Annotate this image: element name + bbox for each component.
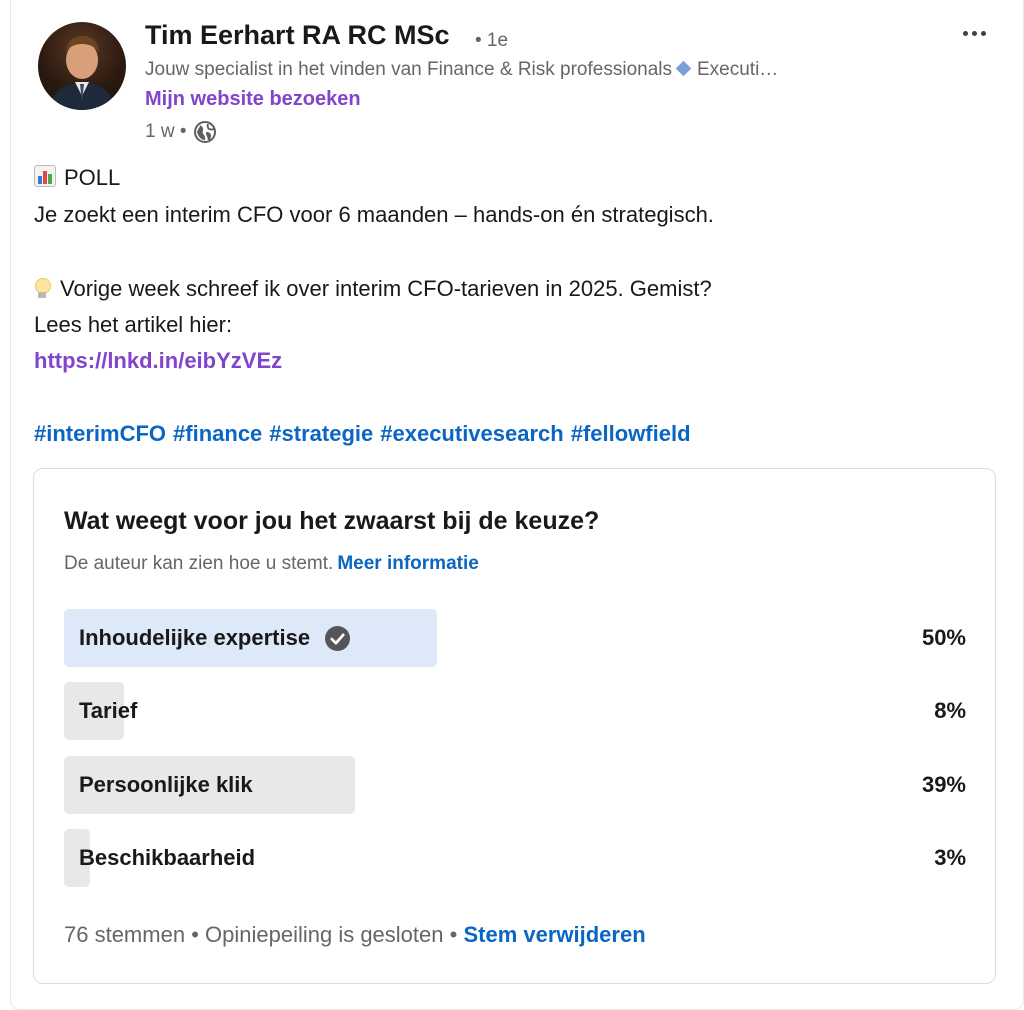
- author-headline: Jouw specialist in het vinden van Financ…: [145, 59, 925, 81]
- hashtag-fellowfield[interactable]: #fellowfield: [571, 421, 691, 447]
- poll-option-label: Tarief: [79, 698, 138, 723]
- article-link[interactable]: https://lnkd.in/eibYzVEz: [34, 348, 282, 374]
- more-dot-icon: [962, 30, 968, 36]
- headline-suffix: Executi…: [697, 59, 779, 80]
- remove-vote-link[interactable]: Stem verwijderen: [463, 922, 645, 947]
- profile-photo: [50, 36, 114, 110]
- author-name[interactable]: Tim Eerhart RA RC MSc: [145, 20, 450, 51]
- hashtag-strategie[interactable]: #strategie: [269, 421, 373, 447]
- connection-degree: • 1e: [475, 30, 509, 51]
- poll-option[interactable]: Tarief 8%: [64, 682, 966, 740]
- poll-option-label-row: Tarief: [79, 698, 137, 724]
- diamond-icon: [675, 61, 692, 77]
- checkmark-icon: [325, 625, 351, 651]
- post-line-1: Je zoekt een interim CFO voor 6 maanden …: [34, 202, 714, 227]
- poll-option-percent: 50%: [921, 625, 966, 650]
- hashtag-list: #interimCFO #finance #strategie #executi…: [34, 421, 691, 447]
- poll-question: Wat weegt voor jou het zwaarst bij de ke…: [64, 507, 600, 535]
- headline-text: Jouw specialist in het vinden van Financ…: [145, 59, 672, 80]
- globe-icon: [193, 121, 216, 143]
- poll-option-label-row: Persoonlijke klik: [79, 772, 253, 798]
- website-link[interactable]: Mijn website bezoeken: [145, 88, 361, 111]
- avatar[interactable]: [38, 22, 126, 110]
- poll-notice: De auteur kan zien hoe u stemt. Meer info…: [64, 553, 479, 575]
- more-dot-icon: [971, 30, 977, 36]
- poll-footer: 76 stemmen • Opiniepeiling is gesloten •…: [64, 922, 646, 948]
- poll-notice-text: De auteur kan zien hoe u stemt.: [64, 553, 334, 574]
- hashtag-interimcfo[interactable]: #interimCFO: [34, 421, 166, 447]
- post-line-3: Lees het artikel hier:: [34, 312, 233, 337]
- poll-status: Opiniepeiling is gesloten: [205, 922, 444, 947]
- poll-option-percent: 3%: [934, 845, 966, 870]
- poll-card: Wat weegt voor jou het zwaarst bij de ke…: [33, 468, 996, 984]
- separator-dot: •: [449, 922, 458, 947]
- hashtag-executivesearch[interactable]: #executivesearch: [380, 421, 563, 447]
- poll-option-label-row: Beschikbaarheid: [79, 845, 255, 871]
- poll-marker: POLL: [64, 165, 121, 190]
- poll-option[interactable]: Beschikbaarheid 3%: [64, 829, 966, 887]
- poll-option-percent: 8%: [934, 698, 966, 723]
- poll-option-label: Persoonlijke klik: [79, 772, 253, 797]
- more-info-link[interactable]: Meer informatie: [337, 553, 478, 574]
- post-poll-line: POLL: [34, 165, 120, 191]
- vote-count: 76 stemmen: [64, 922, 186, 947]
- post-meta: 1 w •: [145, 120, 217, 144]
- post-timestamp: 1 w •: [145, 121, 187, 142]
- more-options-button[interactable]: [952, 18, 996, 48]
- bar-chart-icon: [34, 165, 56, 187]
- lightbulb-icon: [34, 278, 51, 298]
- poll-option[interactable]: Persoonlijke klik 39%: [64, 756, 966, 814]
- poll-option-label-row: Inhoudelijke expertise: [79, 625, 351, 651]
- poll-option-label: Beschikbaarheid: [79, 845, 256, 870]
- hashtag-finance[interactable]: #finance: [173, 421, 262, 447]
- more-dot-icon: [980, 30, 986, 36]
- poll-option-label: Inhoudelijke expertise: [79, 625, 311, 650]
- post-line-2: Vorige week schreef ik over interim CFO-…: [34, 276, 712, 302]
- poll-option[interactable]: Inhoudelijke expertise 50%: [64, 609, 966, 667]
- poll-option-percent: 39%: [921, 772, 966, 797]
- post-line-2-text: Vorige week schreef ik over interim CFO-…: [60, 276, 712, 301]
- separator-dot: •: [191, 922, 199, 947]
